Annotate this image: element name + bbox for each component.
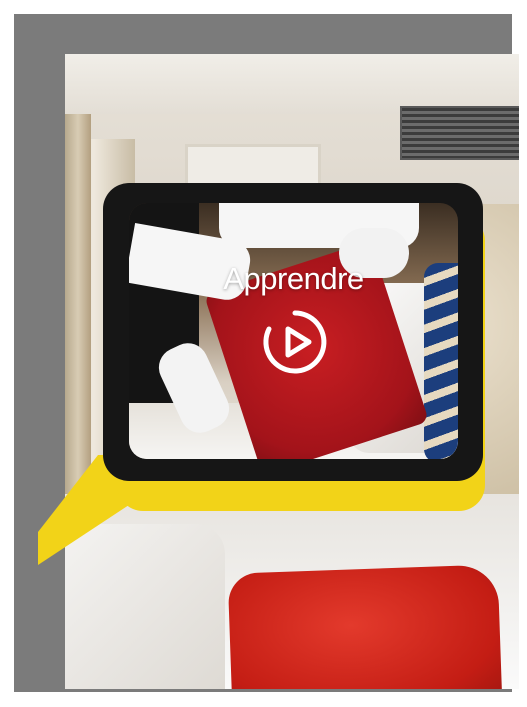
card-title: Apprendre — [223, 261, 364, 296]
ceiling — [65, 54, 519, 114]
video-thumbnail[interactable]: Apprendre — [129, 203, 458, 459]
learn-video-card[interactable]: Apprendre — [103, 183, 483, 481]
red-pillow — [227, 564, 503, 689]
air-vent — [400, 106, 519, 160]
white-pillow — [65, 524, 225, 689]
play-circle-icon[interactable] — [260, 307, 330, 377]
